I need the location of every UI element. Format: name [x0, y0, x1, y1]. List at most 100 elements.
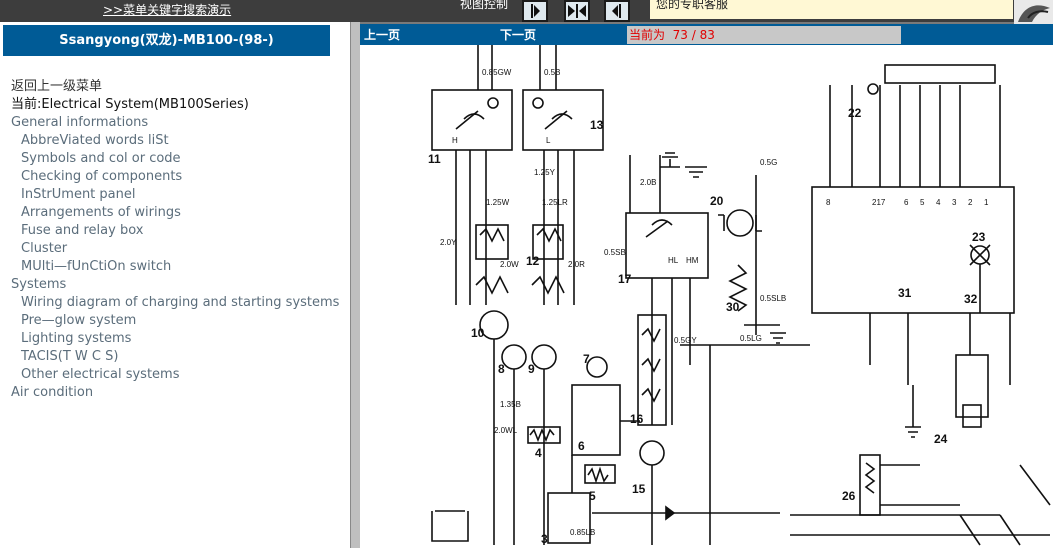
component-label: 30: [726, 300, 740, 314]
motor-8-icon: [501, 344, 527, 370]
wiring-diagram: 11 13 12 10 8 9 7 6 4 5 3 15 16 17 20 30…: [428, 45, 1051, 546]
wire-label: 2.0Y: [440, 238, 457, 247]
wire-label: 0.5LG: [740, 334, 762, 343]
component-label: 23: [972, 230, 986, 244]
back-to-parent-link[interactable]: 返回上一级菜单: [11, 78, 339, 96]
component-24-box: [955, 354, 989, 418]
wire-label: 1.35B: [500, 400, 521, 409]
component-label: 7: [583, 352, 590, 366]
terminal-label: HM: [686, 256, 699, 265]
terminal-label: 8: [826, 198, 831, 207]
view-next-button[interactable]: [522, 0, 548, 22]
nav-item-fuse-relay-box[interactable]: Fuse and relay box: [11, 222, 339, 240]
diagram-viewer: 上一页 下一页 当前为 73 / 83 11 13 12 10 8 9 7 6 …: [360, 24, 1053, 548]
page-indicator-label: 当前为: [629, 28, 666, 42]
nav-item-arrangements-wirings[interactable]: Arrangements of wirings: [11, 204, 339, 222]
component-label: 12: [526, 254, 540, 268]
nav-item-general-informations[interactable]: General informations: [11, 114, 339, 132]
next-page-link[interactable]: 下一页: [500, 26, 536, 43]
wire-label: 0.5G: [760, 158, 777, 167]
component-label: 6: [578, 439, 585, 453]
nav-item-abbreviated-words[interactable]: AbbreViated words liSt: [11, 132, 339, 150]
wire-label: 1.25LR: [542, 198, 568, 207]
arrow-left-icon: [612, 4, 621, 18]
frame-divider[interactable]: [351, 22, 360, 548]
relay-box-17: [625, 212, 709, 279]
sidebar-nav: 返回上一级菜单 当前:Electrical System(MB100Series…: [11, 78, 339, 402]
component-label: 13: [590, 118, 604, 132]
wire-label: 2.0W: [500, 260, 519, 269]
wire-label: 2.0B: [640, 178, 656, 187]
terminal-label: HL: [668, 256, 679, 265]
component-label: 17: [618, 272, 632, 286]
diode-icon: [665, 505, 676, 521]
component-label: 32: [964, 292, 978, 306]
component-label: 24: [934, 432, 948, 446]
component-label: 20: [710, 194, 724, 208]
arrows-collapse-icon: [568, 4, 586, 18]
connector-strip: [884, 64, 996, 84]
nav-item-systems[interactable]: Systems: [11, 276, 339, 294]
nav-item-lighting-systems[interactable]: Lighting systems: [11, 330, 339, 348]
component-label: 10: [471, 326, 485, 340]
wire-label: 0.85GW: [482, 68, 512, 77]
customer-service-strip: 您的专职客服: [650, 0, 1013, 19]
component-label: 9: [528, 362, 535, 376]
terminal-label: 5: [920, 198, 925, 207]
nav-item-instrument-panel[interactable]: InStrUment panel: [11, 186, 339, 204]
wire-label: 1.25Y: [534, 168, 556, 177]
terminal-label: 4: [936, 198, 941, 207]
component-label: 16: [630, 412, 644, 426]
nav-item-air-condition[interactable]: Air condition: [11, 384, 339, 402]
terminal-label: L: [546, 136, 551, 145]
page-navigation-bar: 上一页 下一页 当前为 73 / 83: [360, 24, 1053, 45]
sidebar-title: Ssangyong(双龙)-MB100-(98-): [3, 25, 330, 56]
nav-item-charging-starting-wiring[interactable]: Wiring diagram of charging and starting …: [11, 294, 339, 312]
component-label: 31: [898, 286, 912, 300]
view-control-label: 视图控制: [460, 0, 509, 11]
component-label: 26: [842, 489, 856, 503]
page-indicator: 当前为 73 / 83: [627, 26, 901, 44]
motor-9-icon: [531, 344, 557, 370]
terminal-label: 6: [904, 198, 909, 207]
wire-label: 0.5SLB: [760, 294, 786, 303]
terminal-label: 217: [872, 198, 886, 207]
wire-label: 2.0R: [568, 260, 585, 269]
terminal-label: 2: [968, 198, 973, 207]
sidebar: Ssangyong(双龙)-MB100-(98-) 返回上一级菜单 当前:Ele…: [0, 22, 351, 548]
menu-search-demo-link[interactable]: >>菜单关键字搜索演示: [103, 1, 231, 18]
component-7-icon: [586, 356, 608, 378]
view-collapse-button[interactable]: [564, 0, 590, 22]
nav-item-cluster[interactable]: Cluster: [11, 240, 339, 258]
view-prev-button[interactable]: [604, 0, 630, 22]
nav-item-other-electrical-systems[interactable]: Other electrical systems: [11, 366, 339, 384]
arrow-right-icon: [531, 4, 540, 18]
top-toolbar: >>菜单关键字搜索演示 视图控制 您的专职客服: [0, 0, 1053, 24]
nav-item-pre-glow-system[interactable]: Pre—glow system: [11, 312, 339, 330]
nav-item-checking-components[interactable]: Checking of components: [11, 168, 339, 186]
wire-label: 2.0WL: [494, 426, 518, 435]
wire-label: 0.5B: [544, 68, 560, 77]
wire-label: 1.25W: [486, 198, 510, 207]
terminal-label: 3: [952, 198, 957, 207]
component-label: 8: [498, 362, 505, 376]
component-label: 5: [589, 489, 596, 503]
nav-item-tacis[interactable]: TACIS(T W C S): [11, 348, 339, 366]
component-label: 3: [541, 532, 548, 546]
nav-item-multi-function-switch[interactable]: MUlti—fUnCtiOn switch: [11, 258, 339, 276]
motor-15-icon: [639, 440, 665, 466]
prev-page-link[interactable]: 上一页: [364, 26, 400, 43]
motor-20-icon: [726, 209, 754, 237]
brand-logo-icon: [1014, 0, 1053, 24]
wire-label: 0.5SB: [604, 248, 626, 257]
terminal-label: H: [452, 136, 458, 145]
wire-label: 0.5GY: [674, 336, 697, 345]
customer-service-text: 您的专职客服: [656, 0, 729, 11]
page-number: 73 / 83: [672, 28, 715, 42]
current-section-label: 当前:Electrical System(MB100Series): [11, 97, 249, 112]
lamp-icon: [532, 97, 544, 109]
terminal-label: 1: [984, 198, 989, 207]
lamp-icon: [487, 97, 499, 109]
nav-item-symbols-color-code[interactable]: Symbols and col or code: [11, 150, 339, 168]
component-label: 4: [535, 446, 542, 460]
